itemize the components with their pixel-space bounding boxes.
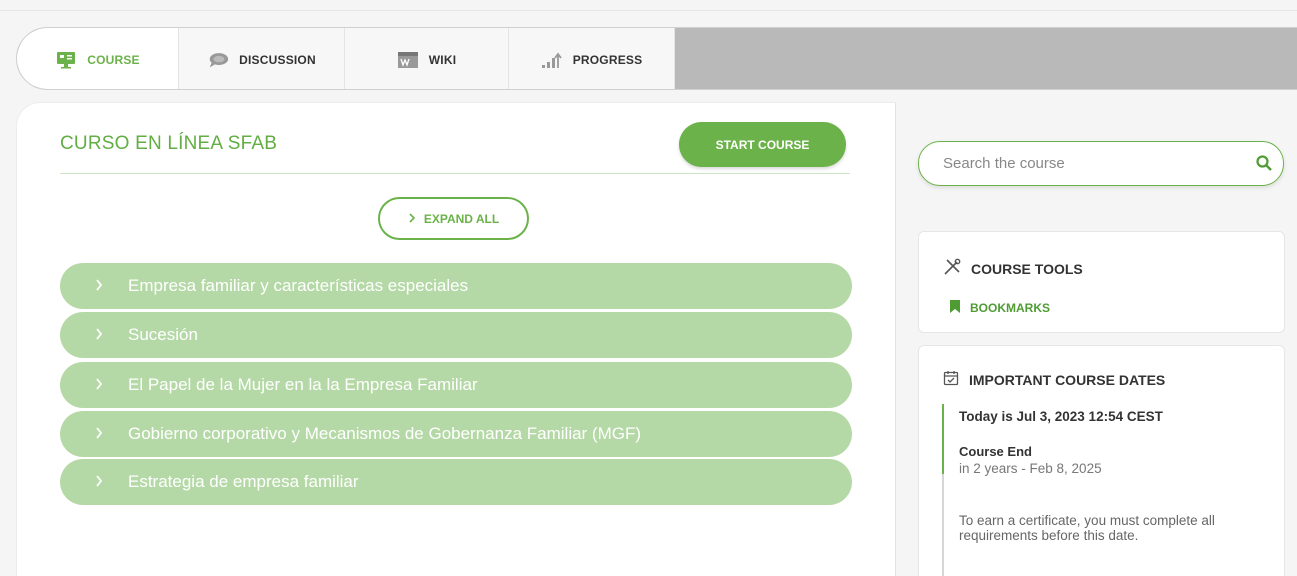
course-title: CURSO EN LÍNEA SFAB	[60, 133, 278, 154]
course-tools-title: COURSE TOOLS	[971, 260, 1083, 277]
chevron-right-icon	[90, 278, 108, 294]
search-icon[interactable]	[1255, 154, 1273, 177]
dates-heading: IMPORTANT COURSE DATES	[943, 370, 1165, 389]
timeline-bar-active	[942, 404, 944, 474]
bookmark-icon	[949, 299, 961, 317]
certificate-note: To earn a certificate, you must complete…	[959, 513, 1215, 543]
start-course-button[interactable]: START COURSE	[679, 122, 846, 167]
section-item[interactable]: Empresa familiar y características espec…	[60, 263, 852, 309]
course-tools-heading: COURSE TOOLS	[943, 258, 1083, 279]
tab-wiki[interactable]: WIKI	[345, 28, 509, 89]
progress-icon	[541, 51, 563, 69]
chevron-right-icon	[90, 327, 108, 343]
today-date: Today is Jul 3, 2023 12:54 CEST	[959, 409, 1163, 424]
wiki-icon	[397, 51, 419, 69]
section-item[interactable]: Gobierno corporativo y Mecanismos de Gob…	[60, 411, 852, 457]
expand-all-button[interactable]: EXPAND ALL	[378, 197, 529, 240]
section-title: Sucesión	[128, 325, 198, 344]
chevron-right-icon	[90, 474, 108, 490]
tab-label: PROGRESS	[572, 52, 643, 67]
section-title: Gobierno corporativo y Mecanismos de Gob…	[128, 424, 642, 443]
course-tab-bar: COURSE DISCUSSION WIKI PROGRESS	[16, 27, 1297, 90]
calendar-icon	[943, 370, 959, 389]
tab-label: DISCUSSION	[239, 52, 316, 67]
section-title: Estrategia de empresa familiar	[128, 472, 359, 491]
tab-progress[interactable]: PROGRESS	[509, 28, 675, 89]
monitor-icon	[55, 51, 77, 69]
important-dates-card: IMPORTANT COURSE DATES Today is Jul 3, 2…	[918, 345, 1285, 576]
course-end-date: in 2 years - Feb 8, 2025	[959, 461, 1102, 476]
chevron-right-icon	[90, 377, 108, 393]
tools-icon	[943, 258, 961, 279]
search-input[interactable]	[943, 155, 1243, 172]
chat-icon	[207, 51, 229, 69]
bookmarks-label: BOOKMARKS	[970, 301, 1050, 315]
tab-label: WIKI	[428, 52, 457, 67]
dates-title: IMPORTANT COURSE DATES	[969, 371, 1166, 388]
section-item[interactable]: Estrategia de empresa familiar	[60, 459, 852, 505]
section-title: El Papel de la Mujer en la la Empresa Fa…	[128, 375, 478, 394]
section-item[interactable]: Sucesión	[60, 312, 852, 358]
chevron-right-icon	[90, 426, 108, 442]
tab-discussion[interactable]: DISCUSSION	[179, 28, 345, 89]
tab-label: COURSE	[87, 52, 140, 67]
section-item[interactable]: El Papel de la Mujer en la la Empresa Fa…	[60, 362, 852, 408]
top-divider	[0, 10, 1297, 11]
timeline-bar	[942, 474, 944, 576]
course-end-label: Course End	[959, 444, 1032, 459]
course-search	[918, 141, 1284, 186]
course-tools-card: COURSE TOOLS BOOKMARKS	[918, 231, 1285, 333]
tab-course[interactable]: COURSE	[17, 28, 179, 89]
section-title: Empresa familiar y características espec…	[128, 276, 469, 295]
bookmarks-link[interactable]: BOOKMARKS	[949, 299, 1050, 317]
chevron-right-icon	[408, 212, 416, 226]
expand-all-label: EXPAND ALL	[423, 211, 500, 226]
title-divider	[60, 173, 850, 174]
